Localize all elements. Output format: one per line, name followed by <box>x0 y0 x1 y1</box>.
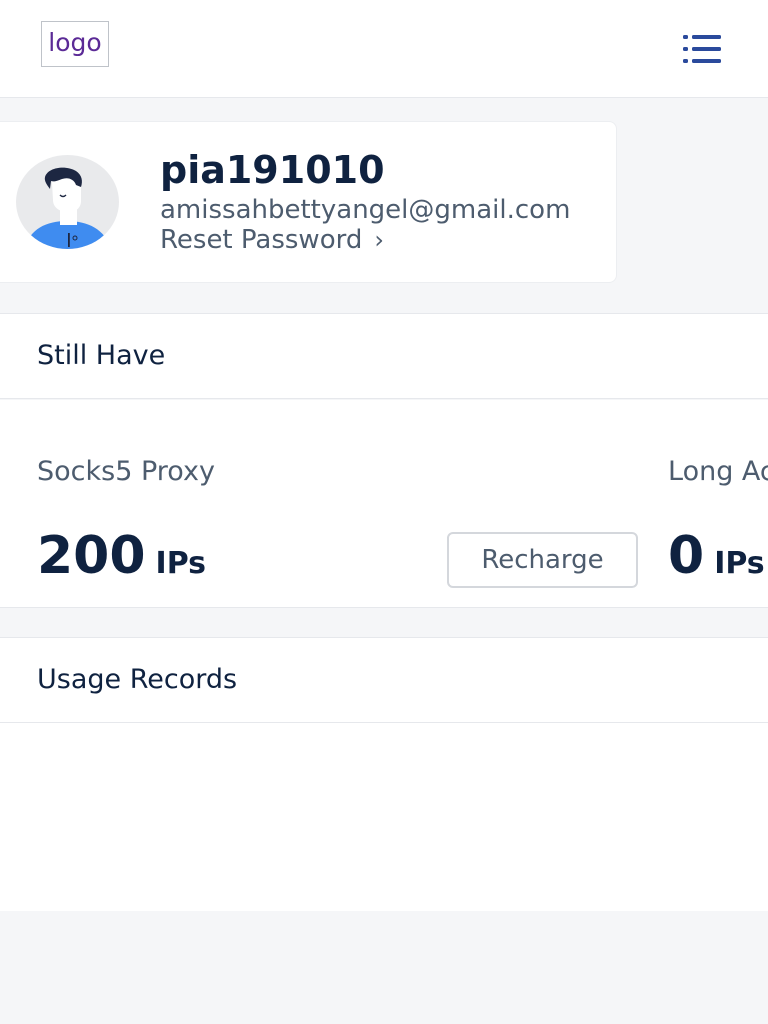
header-bar: logo <box>0 0 768 98</box>
usage-records-list <box>0 723 768 911</box>
proxy-name-long: Long Ac <box>668 456 768 487</box>
proxy-count-socks5: 200 IPs <box>37 524 206 596</box>
proxy-count-long: 0 IPs <box>668 524 765 596</box>
usage-records-title: Usage Records <box>37 664 238 695</box>
proxy-count-unit: IPs <box>714 546 765 581</box>
username: pia191010 <box>160 148 385 192</box>
reset-password-link[interactable]: Reset Password › <box>160 225 384 255</box>
chevron-right-icon: › <box>374 226 384 254</box>
reset-password-label: Reset Password <box>160 225 363 255</box>
proxy-count-value: 200 <box>37 526 146 586</box>
proxy-count-value: 0 <box>668 526 705 586</box>
user-email: amissahbettyangel@gmail.com <box>160 195 571 225</box>
still-have-title: Still Have <box>37 340 166 371</box>
logo[interactable]: logo <box>41 21 109 67</box>
user-avatar-icon <box>16 155 119 249</box>
proxy-name-socks5: Socks5 Proxy <box>37 456 215 487</box>
proxy-balance-panel: Socks5 Proxy 200 IPs Recharge Long Ac 0 IP… <box>0 400 768 608</box>
list-menu-icon[interactable] <box>683 35 721 63</box>
proxy-count-unit: IPs <box>155 546 207 581</box>
recharge-button[interactable]: Recharge <box>447 532 638 588</box>
